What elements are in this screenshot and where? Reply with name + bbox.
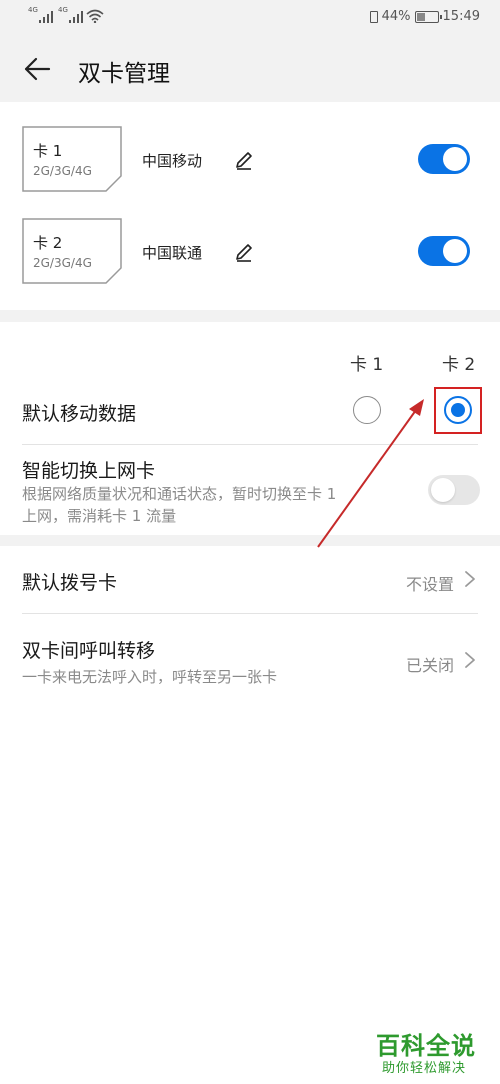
sim-card-1: 卡 1 2G/3G/4G: [22, 126, 122, 192]
battery-percent: 44%: [381, 9, 411, 24]
call-forwarding-label: 双卡间呼叫转移: [22, 640, 156, 662]
smart-switch-label: 智能切换上网卡: [22, 460, 156, 482]
back-arrow-icon[interactable]: [22, 54, 52, 84]
call-forwarding-value: 已关闭: [405, 656, 454, 675]
chevron-right-icon: [465, 652, 475, 668]
section-gap: [0, 535, 500, 546]
sim-card-bands: 2G/3G/4G: [33, 256, 92, 270]
wifi-icon: [86, 9, 104, 23]
signal-icon-sim1: 4G: [28, 6, 53, 23]
status-bar: 4G 4G 44% 15:49: [0, 0, 500, 36]
battery-icon: [414, 10, 442, 23]
edit-pencil-icon[interactable]: [234, 242, 254, 262]
sim2-enable-toggle[interactable]: [418, 236, 470, 266]
section-gap: [0, 310, 500, 322]
smart-switch-toggle[interactable]: [428, 475, 480, 505]
carrier-name-1[interactable]: 中国移动: [142, 150, 202, 171]
network-type-sim1: 4G: [28, 6, 38, 14]
sim1-enable-toggle[interactable]: [418, 144, 470, 174]
chevron-right-icon: [465, 571, 475, 587]
divider: [22, 444, 478, 445]
sim-card-label: 卡 1: [33, 142, 63, 160]
column-header-sim1: 卡 1: [350, 355, 384, 375]
default-dial-label: 默认拨号卡: [22, 572, 118, 594]
sim-list: 卡 1 2G/3G/4G 中国移动 卡 2 2G/3G/4G 中国联通: [0, 102, 500, 310]
default-data-radio-sim1[interactable]: [353, 396, 381, 424]
edit-pencil-icon[interactable]: [234, 150, 254, 170]
page-title: 双卡管理: [78, 61, 170, 87]
vibrate-icon: [369, 10, 378, 23]
call-forwarding-desc: 一卡来电无法呼入时，呼转至另一张卡: [22, 668, 278, 686]
watermark-logo: 百科全说: [376, 1032, 476, 1060]
sim-card-2: 卡 2 2G/3G/4G: [22, 218, 122, 284]
smart-switch-desc-line2: 上网，需消耗卡 1 流量: [22, 507, 177, 525]
carrier-name-2[interactable]: 中国联通: [142, 242, 202, 263]
sim-card-label: 卡 2: [33, 234, 63, 252]
status-right: 44% 15:49: [369, 9, 480, 24]
watermark-slogan: 助你轻松解决: [382, 1061, 467, 1076]
network-type-sim2: 4G: [58, 6, 68, 14]
divider: [22, 613, 478, 614]
smart-switch-desc-line1: 根据网络质量状况和通话状态，暂时切换至卡 1: [22, 485, 337, 503]
clock: 15:49: [442, 9, 480, 24]
column-header-sim2: 卡 2: [442, 355, 476, 375]
annotation-highlight-box: [434, 387, 482, 434]
signal-icon-sim2: 4G: [58, 6, 83, 23]
default-dial-value: 不设置: [405, 575, 454, 594]
default-data-label: 默认移动数据: [22, 403, 137, 425]
sim-card-bands: 2G/3G/4G: [33, 164, 92, 178]
